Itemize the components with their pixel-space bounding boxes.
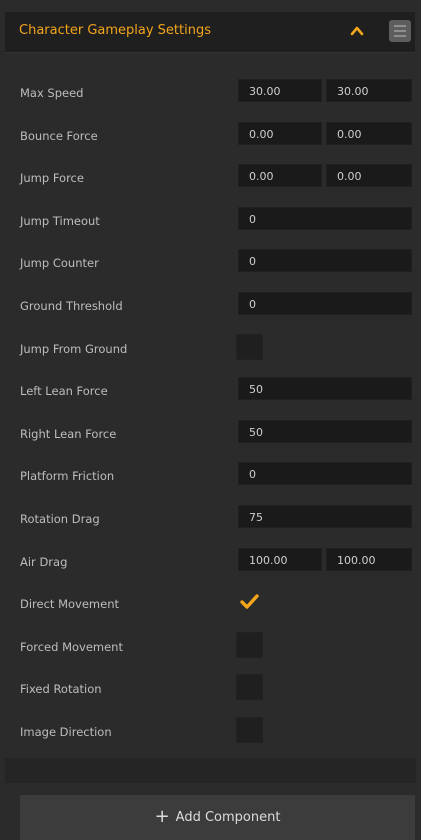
add-component-label: Add Component [175,810,281,825]
panel-footer [5,758,416,783]
jump-counter-field[interactable]: 0 [238,249,412,272]
fixed-rotation-label: Fixed Rotation [20,682,102,696]
bounce-force-x-field[interactable]: 0.00 [238,122,322,145]
bounce-force-y-field[interactable]: 0.00 [326,122,412,145]
max-speed-label: Max Speed [20,86,84,100]
jump-timeout-field[interactable]: 0 [238,207,412,230]
platform-friction-field[interactable]: 0 [238,462,412,485]
property-row-fixed-rotation: Fixed Rotation [0,674,421,706]
add-component-button[interactable]: + Add Component [20,795,415,840]
property-row-jump-timeout: Jump Timeout 0 [0,206,421,238]
chevron-up-icon[interactable] [349,23,365,39]
air-drag-y-field[interactable]: 100.00 [326,548,412,571]
component-header[interactable]: Character Gameplay Settings [5,12,415,53]
jump-force-x-field[interactable]: 0.00 [238,164,322,187]
checkmark-icon [240,594,259,609]
property-row-left-lean-force: Left Lean Force 50 [0,376,421,408]
property-row-max-speed: Max Speed 30.00 30.00 [0,78,421,110]
jump-from-ground-label: Jump From Ground [20,342,128,356]
property-row-jump-counter: Jump Counter 0 [0,248,421,280]
image-direction-checkbox[interactable] [236,717,263,743]
property-row-platform-friction: Platform Friction 0 [0,461,421,493]
platform-friction-label: Platform Friction [20,469,115,483]
direct-movement-label: Direct Movement [20,597,120,611]
rotation-drag-label: Rotation Drag [20,512,100,526]
property-row-jump-force: Jump Force 0.00 0.00 [0,163,421,195]
property-row-ground-threshold: Ground Threshold 0 [0,291,421,323]
jump-timeout-label: Jump Timeout [20,214,100,228]
ground-threshold-label: Ground Threshold [20,299,123,313]
property-row-air-drag: Air Drag 100.00 100.00 [0,547,421,579]
forced-movement-checkbox[interactable] [236,632,263,658]
property-row-jump-from-ground: Jump From Ground [0,334,421,366]
air-drag-label: Air Drag [20,555,68,569]
jump-counter-label: Jump Counter [20,256,99,270]
rotation-drag-field[interactable]: 75 [238,505,412,528]
property-row-bounce-force: Bounce Force 0.00 0.00 [0,121,421,153]
forced-movement-label: Forced Movement [20,640,123,654]
property-row-image-direction: Image Direction [0,717,421,749]
right-lean-force-field[interactable]: 50 [238,420,412,443]
property-row-right-lean-force: Right Lean Force 50 [0,419,421,451]
air-drag-x-field[interactable]: 100.00 [238,548,322,571]
property-row-direct-movement: Direct Movement [0,589,421,621]
jump-force-label: Jump Force [20,171,84,185]
left-lean-force-field[interactable]: 50 [238,377,412,400]
plus-icon: + [154,806,170,827]
right-lean-force-label: Right Lean Force [20,427,117,441]
jump-from-ground-checkbox[interactable] [236,334,263,360]
property-row-forced-movement: Forced Movement [0,632,421,664]
max-speed-y-field[interactable]: 30.00 [326,79,412,102]
menu-icon[interactable] [389,20,411,42]
max-speed-x-field[interactable]: 30.00 [238,79,322,102]
property-row-rotation-drag: Rotation Drag 75 [0,504,421,536]
left-lean-force-label: Left Lean Force [20,384,108,398]
bounce-force-label: Bounce Force [20,129,98,143]
direct-movement-checkbox[interactable] [236,589,263,615]
ground-threshold-field[interactable]: 0 [238,292,412,315]
component-title: Character Gameplay Settings [19,23,211,38]
jump-force-y-field[interactable]: 0.00 [326,164,412,187]
fixed-rotation-checkbox[interactable] [236,674,263,700]
inspector-panel: Character Gameplay Settings Max Speed 30.… [0,0,421,840]
image-direction-label: Image Direction [20,725,112,739]
